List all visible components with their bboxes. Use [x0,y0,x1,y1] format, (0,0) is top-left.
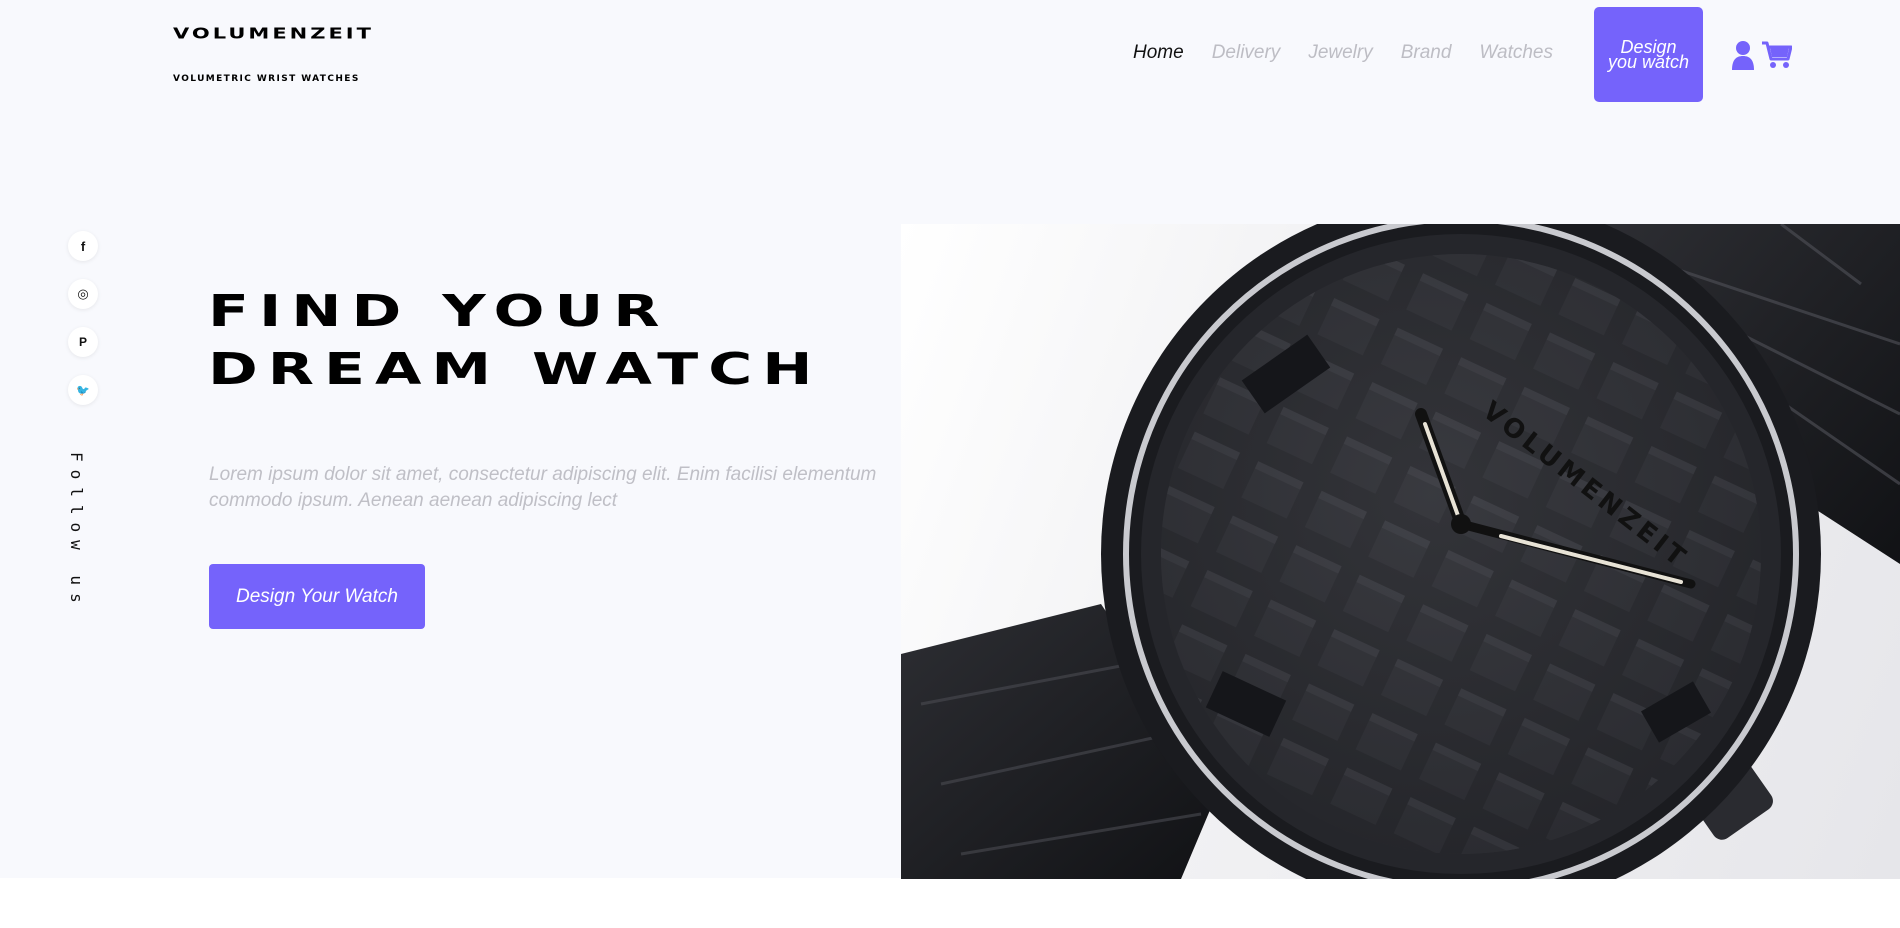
headline-line-2: DREAM WATCH [208,344,823,395]
hero-headline: FIND YOUR DREAM WATCH [208,283,822,398]
cart-icon[interactable] [1762,40,1792,70]
pinterest-icon[interactable]: P [68,327,98,357]
twitter-icon[interactable]: 🐦 [68,375,98,405]
nav-delivery[interactable]: Delivery [1212,42,1281,64]
headline-line-1: FIND YOUR [208,286,670,337]
site-header: VOLUMENZEIT VOLUMETRIC WRIST WATCHES Hom… [0,0,1900,110]
design-watch-nav-button[interactable]: Design you watch [1594,7,1703,102]
nav-jewelry[interactable]: Jewelry [1308,42,1372,64]
nav-home[interactable]: Home [1133,42,1184,64]
nav-brand[interactable]: Brand [1401,42,1452,64]
design-your-watch-button[interactable]: Design Your Watch [209,564,425,629]
logo-tagline: VOLUMETRIC WRIST WATCHES [173,74,360,84]
instagram-icon[interactable]: ◎ [68,279,98,309]
follow-us-label: Follow us [67,452,86,611]
hero-description: Lorem ipsum dolor sit amet, consectetur … [209,464,877,511]
watch-image: VOLUMENZEIT [901,224,1900,879]
facebook-icon[interactable]: f [68,231,98,261]
watch-illustration: VOLUMENZEIT [901,224,1900,879]
main-nav: Home Delivery Jewelry Brand Watches [1133,42,1581,64]
nav-watches[interactable]: Watches [1479,42,1553,64]
logo-title: VOLUMENZEIT [173,25,374,43]
user-icon[interactable] [1731,40,1755,70]
logo[interactable]: VOLUMENZEIT VOLUMETRIC WRIST WATCHES [173,25,374,84]
